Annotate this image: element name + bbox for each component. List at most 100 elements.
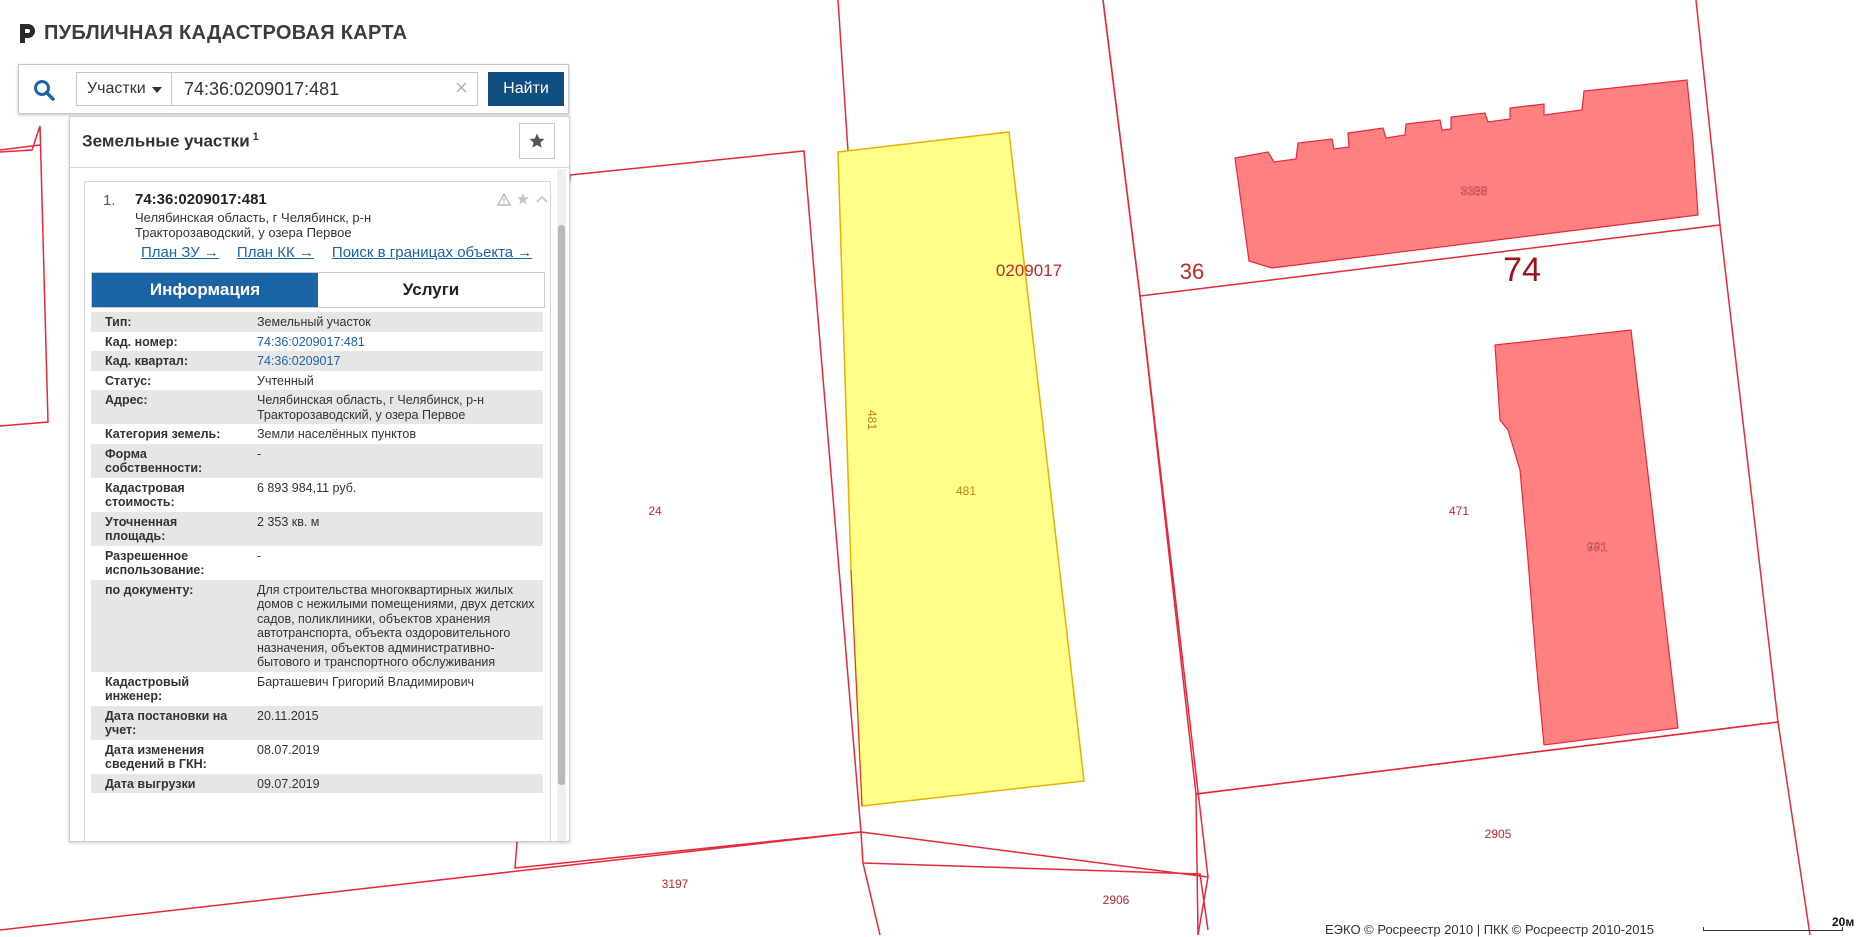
warning-icon[interactable] bbox=[497, 192, 511, 206]
info-row: Дата постановки на учет: 20.11.2015 bbox=[91, 705, 543, 740]
search-icon[interactable] bbox=[27, 73, 61, 107]
info-row: Кад. номер: 74:36:0209017:481 bbox=[91, 332, 543, 352]
search-input[interactable] bbox=[172, 72, 478, 106]
label-parcel-24: 24 bbox=[648, 504, 662, 518]
link-search-in-bounds[interactable]: Поиск в границах объекта → bbox=[332, 244, 532, 261]
info-row: Уточненная площадь: 2 353 кв. м bbox=[91, 511, 543, 546]
result-count: 1 bbox=[252, 131, 259, 143]
tab-info[interactable]: Информация bbox=[92, 273, 318, 307]
label-building-3388: 3388 bbox=[1461, 184, 1488, 198]
info-value: Земли населённых пунктов bbox=[257, 427, 416, 441]
info-value: Барташевич Григорий Владимирович bbox=[257, 674, 475, 689]
info-value: - bbox=[257, 548, 262, 563]
info-key: Адрес: bbox=[91, 390, 245, 424]
label-parcel-2906: 2906 bbox=[1103, 893, 1130, 907]
result-links: План ЗУ → План КК → Поиск в границах объ… bbox=[141, 244, 532, 261]
parcel-boundary-bottom-mid bbox=[1195, 793, 1199, 935]
result-cad-number[interactable]: 74:36:0209017:481 bbox=[135, 191, 267, 208]
label-parcel-3197: 3197 bbox=[662, 877, 689, 891]
info-key: Кадастровый инженер: bbox=[105, 674, 190, 704]
info-key: Тип: bbox=[91, 312, 245, 332]
parcel-2906-boundary bbox=[862, 862, 881, 935]
info-key: Категория земель: bbox=[105, 427, 221, 441]
star-icon[interactable] bbox=[516, 192, 530, 206]
info-value: Челябинская область, г Челябинск, р-н Тр… bbox=[245, 390, 543, 424]
info-key: Дата изменения сведений в ГКН: bbox=[105, 742, 207, 772]
info-key: Уточненная площадь: bbox=[91, 511, 245, 546]
link-plan-zu[interactable]: План ЗУ → bbox=[141, 244, 219, 261]
panel-scrollbar[interactable] bbox=[557, 169, 566, 841]
info-value: Для строительства многоквартирных жилых … bbox=[245, 579, 543, 672]
info-row: Статус: Учтенный bbox=[91, 371, 543, 391]
info-row: Кадастровая стоимость: 6 893 984,11 руб. bbox=[91, 478, 543, 512]
building-3388[interactable] bbox=[1234, 79, 1699, 269]
label-building-991: 991 bbox=[1587, 540, 1607, 554]
info-value: 2 353 кв. м bbox=[245, 511, 543, 546]
info-key: по документу: bbox=[91, 579, 245, 672]
link-plan-kk[interactable]: План КК → bbox=[237, 244, 314, 261]
info-key: Разрешенное использование: bbox=[105, 548, 205, 578]
label-parcel-481: 481 bbox=[956, 484, 976, 498]
parcel-boundary-upper-right bbox=[1695, 0, 1721, 226]
info-row: Адрес: Челябинская область, г Челябинск, … bbox=[91, 390, 543, 424]
favorites-button[interactable] bbox=[519, 123, 555, 159]
parcel-boundary-left-top bbox=[0, 144, 41, 151]
label-parcel-471: 471 bbox=[1449, 504, 1469, 518]
panel-title: Земельные участки 1 bbox=[82, 131, 259, 152]
label-district-36: 36 bbox=[1180, 259, 1204, 284]
parcel-3197-boundary[interactable] bbox=[0, 831, 1209, 931]
info-key: Кадастровая стоимость: bbox=[105, 480, 185, 510]
parcel-boundary-left bbox=[0, 125, 49, 427]
result-actions bbox=[497, 192, 549, 206]
label-block: 0209017 bbox=[996, 261, 1062, 280]
parcel-boundary-upper bbox=[1102, 0, 1141, 297]
info-row: Форма собственности: - bbox=[91, 443, 543, 478]
info-row: Дата изменения сведений в ГКН: 08.07.2019 bbox=[91, 740, 543, 774]
info-value-link[interactable]: 74:36:0209017 bbox=[245, 351, 543, 371]
scrollbar-thumb[interactable] bbox=[558, 225, 565, 785]
app-header: ПУБЛИЧНАЯ КАДАСТРОВАЯ КАРТА bbox=[18, 20, 407, 46]
building-991[interactable] bbox=[1494, 329, 1679, 746]
info-key: Дата постановки на учет: bbox=[91, 705, 245, 740]
info-row: по документу: Для строительства многоквар… bbox=[91, 579, 543, 672]
search-type-select[interactable]: Участки bbox=[76, 72, 172, 106]
chevron-up-icon[interactable] bbox=[535, 194, 549, 204]
results-panel: Земельные участки 1 1. 74:36:0209017:481 … bbox=[69, 116, 570, 842]
info-value: Земельный участок bbox=[245, 312, 543, 332]
info-key: Кад. квартал: bbox=[91, 351, 245, 371]
clear-icon[interactable]: × bbox=[455, 76, 468, 100]
road-boundary bbox=[860, 831, 1209, 878]
chevron-down-icon bbox=[151, 87, 162, 93]
parcel-481-selected[interactable] bbox=[837, 131, 1085, 807]
info-row: Категория земель: Земли населённых пункто… bbox=[91, 424, 543, 444]
info-value: 08.07.2019 bbox=[257, 742, 320, 757]
info-row: Разрешенное использование: - bbox=[91, 546, 543, 580]
app-title: ПУБЛИЧНАЯ КАДАСТРОВАЯ КАРТА bbox=[44, 21, 408, 44]
find-button[interactable]: Найти bbox=[488, 72, 564, 106]
star-icon bbox=[529, 133, 545, 148]
info-row: Кадастровый инженер: Барташевич Григорий … bbox=[91, 672, 543, 706]
info-table: Тип: Земельный участок Кад. номер: 74:36:0… bbox=[91, 312, 543, 793]
result-address: Челябинская область, г Челябинск, р-н Тр… bbox=[135, 210, 372, 240]
label-region-74: 74 bbox=[1503, 251, 1541, 289]
parcel-boundary-center-2 bbox=[1102, 0, 1209, 935]
info-value: Учтенный bbox=[257, 373, 314, 388]
info-row: Дата выгрузки 09.07.2019 bbox=[91, 773, 543, 793]
info-value-link[interactable]: 74:36:0209017:481 bbox=[245, 332, 543, 352]
tab-services[interactable]: Услуги bbox=[318, 273, 544, 307]
label-parcel-2905: 2905 bbox=[1485, 827, 1512, 841]
result-card: 1. 74:36:0209017:481 Челябинская область… bbox=[84, 181, 551, 841]
search-type-label: Участки bbox=[87, 80, 146, 97]
info-row: Кад. квартал: 74:36:0209017 bbox=[91, 351, 543, 371]
panel-title-text: Земельные участки bbox=[82, 131, 250, 151]
scale-bar bbox=[1703, 927, 1843, 931]
info-value: 20.11.2015 bbox=[245, 705, 543, 740]
info-row: Тип: Земельный участок bbox=[91, 312, 543, 332]
info-key: Форма собственности: bbox=[91, 443, 245, 478]
info-key: Дата выгрузки bbox=[91, 773, 245, 793]
info-key: Кад. номер: bbox=[105, 334, 178, 349]
info-value: 09.07.2019 bbox=[245, 773, 543, 793]
info-value: - bbox=[245, 443, 543, 478]
panel-header: Земельные участки 1 bbox=[70, 117, 569, 168]
label-parcel-481-edge: 481 bbox=[865, 410, 879, 430]
